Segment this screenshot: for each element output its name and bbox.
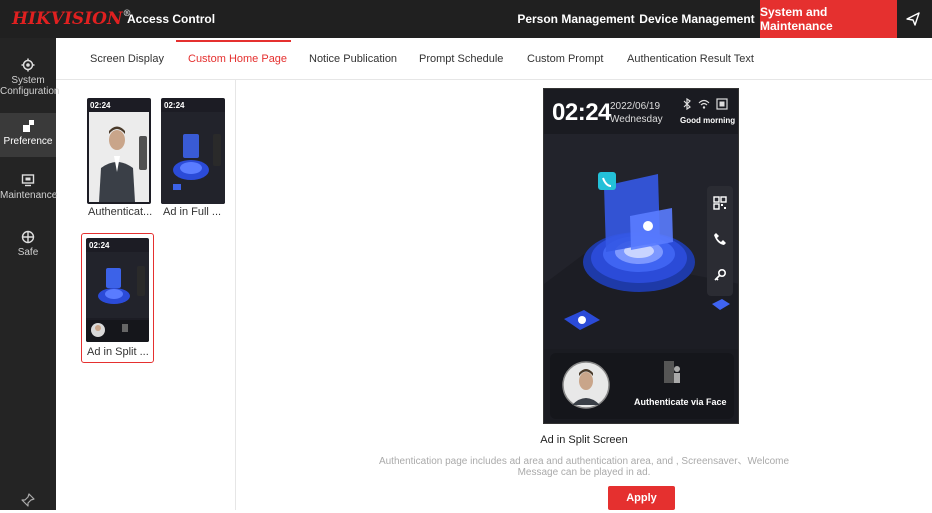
template-thumb-ad-split[interactable]: 02:24 <box>86 238 149 342</box>
template-thumb-ad-full[interactable]: 02:24 <box>161 98 225 204</box>
sidebar-item-safe[interactable]: Safe <box>0 230 56 270</box>
monitor-icon <box>21 174 35 187</box>
sidebar-item-system-configuration[interactable]: System Configuration <box>0 58 60 108</box>
brand-logo: HIKVISION® <box>12 9 132 29</box>
nav-person-management[interactable]: Person Management <box>516 0 636 38</box>
auth-area: Authenticate via Face <box>550 353 734 419</box>
auth-method-text: Authenticate via Face <box>634 397 727 407</box>
wifi-icon <box>698 99 710 109</box>
app-title: Access Control <box>127 12 216 26</box>
sidebar-item-maintenance[interactable]: Maintenance <box>0 173 58 213</box>
tab-custom-prompt[interactable]: Custom Prompt <box>527 53 603 65</box>
device-preview: 02:24 2022/06/19 Wednesday Good morning <box>543 88 739 424</box>
key-icon[interactable] <box>713 268 727 282</box>
bluetooth-icon <box>683 98 691 110</box>
template-thumb-authentication[interactable]: 02:24 <box>87 98 151 204</box>
tab-custom-home-page[interactable]: Custom Home Page <box>188 53 287 65</box>
preview-date: 2022/06/19 <box>610 101 661 112</box>
sidebar-item-label: Safe <box>17 247 39 258</box>
template-label: Authenticat... <box>88 206 153 218</box>
preview-greeting: Good morning <box>680 116 736 125</box>
preview-weekday: Wednesday <box>610 114 663 125</box>
sidebar-item-label: Maintenance <box>0 190 58 201</box>
face-scan-icon <box>664 361 680 383</box>
active-tab-indicator <box>176 40 291 42</box>
screen-icon <box>716 98 728 110</box>
phone-icon[interactable] <box>713 232 727 246</box>
tab-prompt-schedule[interactable]: Prompt Schedule <box>419 53 503 65</box>
brand-name: HIKVISION <box>12 9 123 29</box>
ad-illustration-image <box>161 112 225 204</box>
preview-time: 02:24 <box>552 99 611 126</box>
person-photo-image <box>89 112 149 202</box>
send-icon[interactable] <box>905 11 923 27</box>
template-label: Ad in Full ... <box>163 206 222 218</box>
ad-split-illustration-image <box>86 252 149 342</box>
template-description-line2: Message can be played in ad. <box>517 467 651 478</box>
sidebar-item-preference[interactable]: Preference <box>0 113 56 157</box>
sidebar-item-label: System <box>11 75 45 86</box>
sidebar: System Configuration Preference Maintena… <box>0 38 60 510</box>
sidebar-item-label: Configuration <box>0 86 60 97</box>
preference-icon <box>23 120 34 132</box>
template-title: Ad in Split Screen <box>540 434 628 446</box>
tab-notice-publication[interactable]: Notice Publication <box>309 53 397 65</box>
nav-system-maintenance[interactable]: System and Maintenance <box>760 0 897 38</box>
shield-icon <box>21 230 35 244</box>
face-photo-image <box>562 361 610 409</box>
sub-tab-bar: Screen Display Custom Home Page Notice P… <box>56 38 932 80</box>
tab-screen-display[interactable]: Screen Display <box>90 53 164 65</box>
template-description-line1: Authentication page includes ad area and… <box>378 456 790 467</box>
gear-icon <box>21 58 35 72</box>
side-action-bar <box>707 186 733 296</box>
nav-device-management[interactable]: Device Management <box>636 0 758 38</box>
apply-button[interactable]: Apply <box>608 486 675 510</box>
sidebar-item-label: Preference <box>3 136 53 147</box>
pin-icon[interactable] <box>20 492 36 508</box>
status-icons <box>682 98 728 110</box>
tab-authentication-result-text[interactable]: Authentication Result Text <box>627 53 754 65</box>
qr-code-icon[interactable] <box>713 196 727 210</box>
template-label: Ad in Split ... <box>87 346 149 358</box>
top-bar: HIKVISION® Access Control Person Managem… <box>0 0 932 38</box>
